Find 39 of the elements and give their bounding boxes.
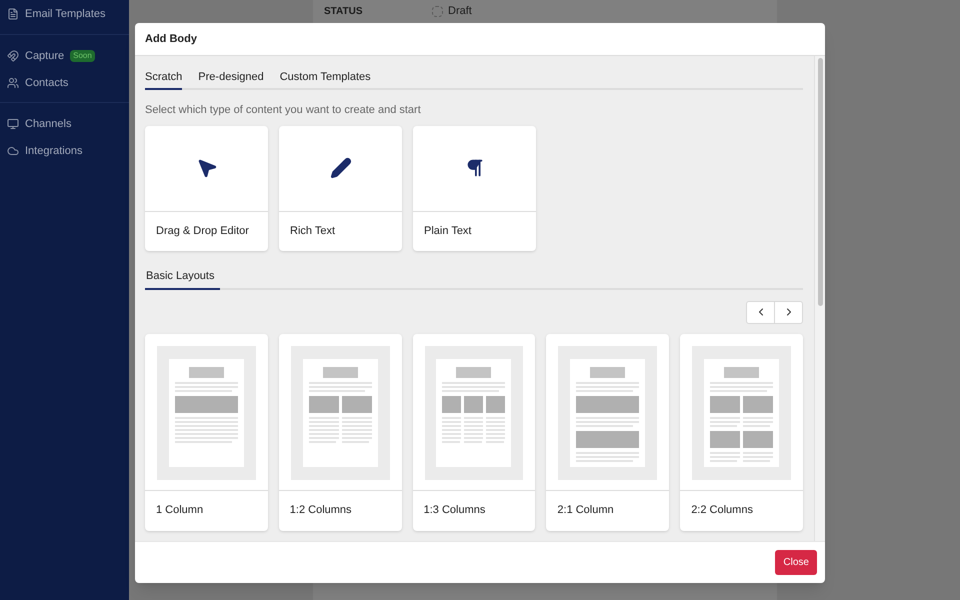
users-icon (7, 77, 19, 89)
card-label: Drag & Drop Editor (156, 224, 249, 239)
sidebar-item[interactable]: Channels (25, 116, 72, 132)
cloud-icon (7, 145, 19, 157)
layout-card[interactable]: 1 Column (145, 334, 268, 530)
card-label: 1 Column (156, 503, 204, 518)
card-label: Rich Text (290, 224, 336, 239)
pencil-icon (330, 157, 352, 179)
sidebar-item[interactable]: Integrations (25, 142, 82, 160)
content-type-card[interactable]: Rich Text (279, 126, 402, 250)
close-button[interactable]: Close (775, 550, 817, 575)
layout-card[interactable]: 2:2 Columns (680, 334, 803, 530)
card-label: 2:2 Columns (691, 503, 753, 518)
layout-card[interactable]: 1:2 Columns (278, 334, 402, 530)
dialog-title: Add Body (145, 32, 197, 47)
dialog-tab[interactable]: Scratch (145, 67, 182, 90)
layout-card[interactable]: 1:3 Columns (412, 334, 536, 530)
content-type-card[interactable]: Drag & Drop Editor (145, 126, 268, 250)
layout-card[interactable]: 2:1 Column (546, 334, 670, 530)
dialog-tab[interactable]: Custom Templates (280, 67, 371, 90)
soon-badge: Soon (70, 50, 95, 62)
card-label: Plain Text (424, 224, 472, 239)
draft-checkbox[interactable] (432, 6, 443, 16)
field-label: STATUS (324, 4, 364, 18)
sidebar-item[interactable]: Email Templates (25, 6, 106, 22)
sidebar-item[interactable]: Contacts (25, 74, 68, 92)
scrollbar-thumb[interactable] (818, 58, 822, 306)
sidebar-item[interactable]: Capture (25, 48, 64, 64)
card-label: 1:3 Columns (424, 503, 486, 518)
card-label: 1:2 Columns (290, 503, 352, 518)
checkbox-label: Draft (448, 4, 472, 19)
document-icon (7, 8, 19, 20)
card-label: 2:1 Column (557, 503, 614, 518)
dialog-tab[interactable]: Pre-designed (198, 67, 264, 90)
content-type-card[interactable]: Plain Text (413, 126, 536, 250)
instruction-text: Select which type of content you want to create and start (145, 103, 422, 118)
devices-icon (7, 118, 19, 130)
magnet-icon (7, 50, 19, 62)
section-tab[interactable]: Basic Layouts (145, 264, 220, 290)
